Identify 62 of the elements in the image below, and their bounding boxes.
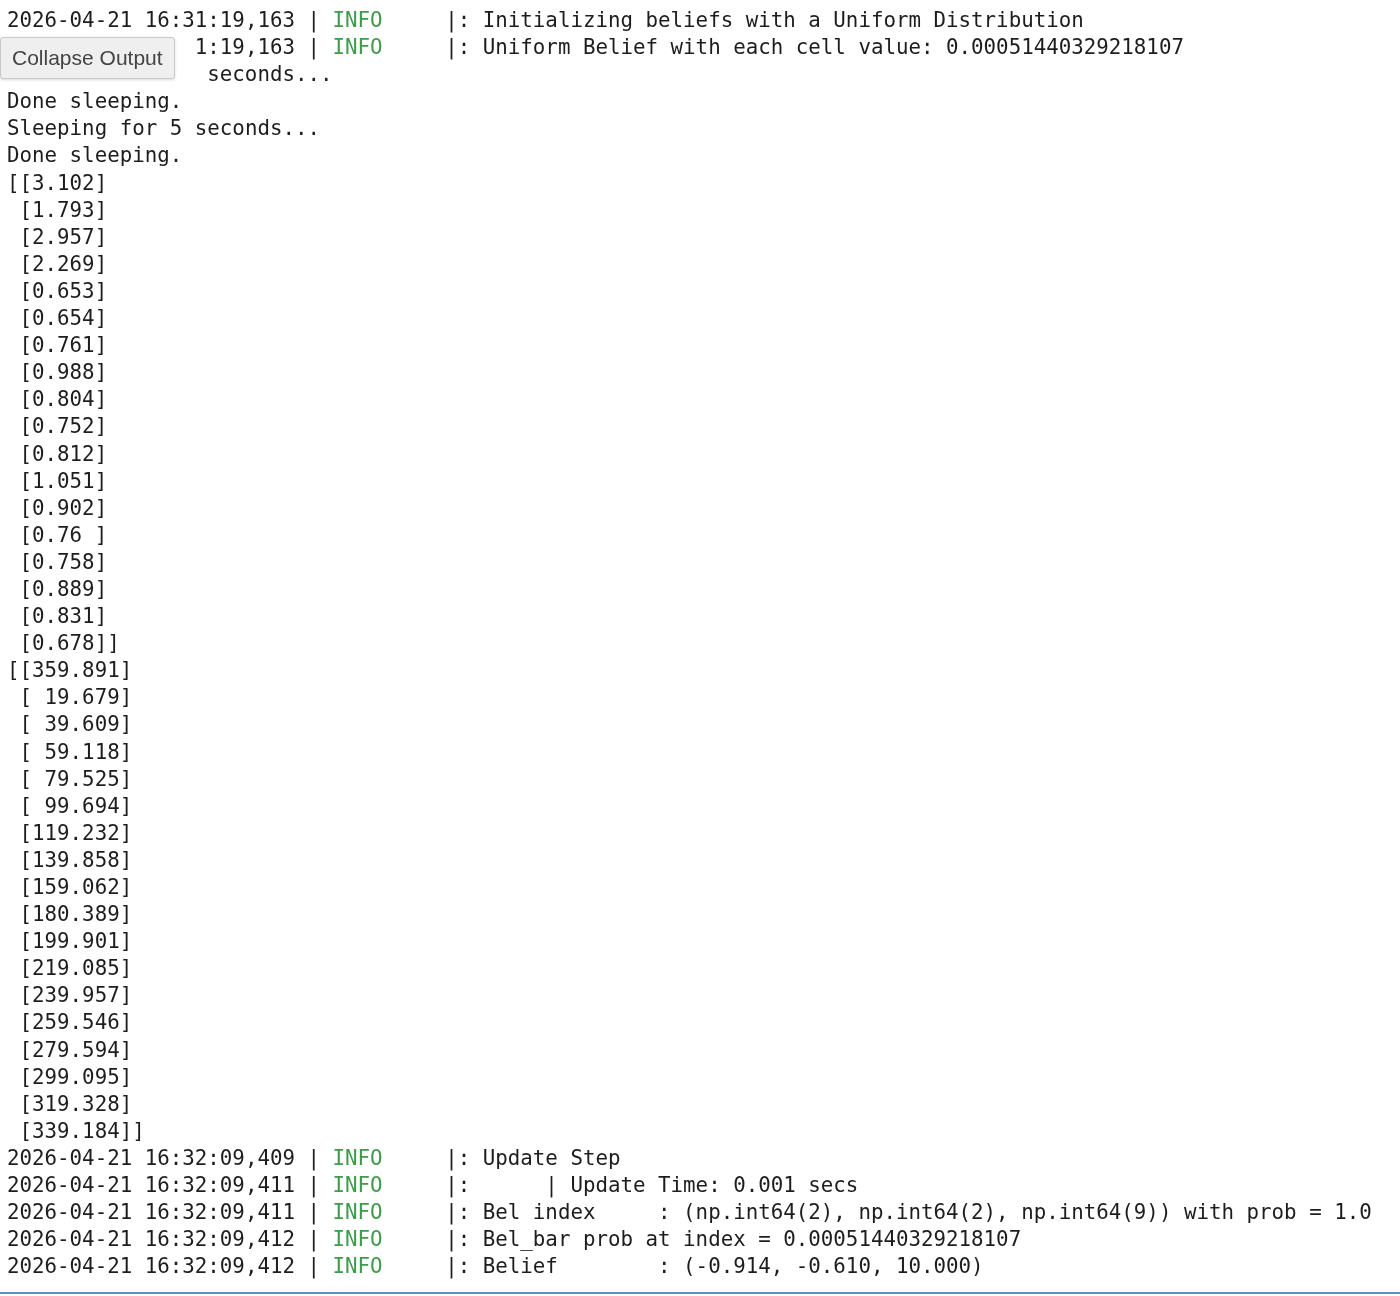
log-level: INFO xyxy=(332,1172,384,1200)
output-line: [ 79.525] xyxy=(18,765,133,793)
output-line: [239.957] xyxy=(18,982,133,1010)
log-message: |: Belief : (-0.914, -0.610, 10.000) xyxy=(445,1253,984,1281)
output-line: [0.752] xyxy=(18,413,108,441)
output-line: [ 59.118] xyxy=(18,738,133,766)
output-line: [0.804] xyxy=(18,386,108,414)
output-line: [1.051] xyxy=(18,467,108,495)
output-line: [0.653] xyxy=(18,277,108,305)
output-line: [319.328] xyxy=(18,1090,133,1118)
output-line: [199.901] xyxy=(18,928,133,956)
log-timestamp: 2026-04-21 16:31:19,163 | xyxy=(7,8,321,32)
log-message: |: Uniform Belief with each cell value: 0.00051440329218107 xyxy=(445,34,1184,62)
log-message: |: | Update Time: 0.001 secs xyxy=(445,1172,859,1200)
output-line: [279.594] xyxy=(18,1036,133,1064)
output-line: [0.889] xyxy=(18,575,108,603)
output-line: [0.758] xyxy=(18,548,108,576)
log-message: |: Bel_bar prob at index = 0.00051440329218107 xyxy=(445,1226,1022,1254)
output-line: [ 19.679] xyxy=(18,684,133,712)
output-line: [ 39.609] xyxy=(18,711,133,739)
output-line: [219.085] xyxy=(18,955,133,983)
output-line: [ 99.694] xyxy=(18,792,133,820)
output-line: [259.546] xyxy=(18,1009,133,1037)
log-level: INFO xyxy=(332,1144,384,1172)
log-timestamp: 2026-04-21 16:32:09,409 | xyxy=(7,1145,321,1170)
log-level: INFO xyxy=(332,34,384,62)
output-line: [2.269] xyxy=(18,250,108,278)
output-line: [0.654] xyxy=(18,305,108,333)
log-level: INFO xyxy=(332,1199,384,1227)
log-level: INFO xyxy=(332,7,384,34)
log-level: INFO xyxy=(332,1253,384,1281)
output-line: [[3.102] xyxy=(7,169,108,197)
log-timestamp: 1:19,163 | xyxy=(194,35,320,60)
log-message: |: Initializing beliefs with a Uniform Distribution xyxy=(445,7,1084,35)
output-line: [119.232] xyxy=(18,819,133,847)
log-level: INFO xyxy=(332,1226,384,1254)
output-line: [299.095] xyxy=(18,1063,133,1091)
output-line: [0.902] xyxy=(18,494,108,522)
log-timestamp: 2026-04-21 16:32:09,412 | xyxy=(7,1227,321,1252)
output-line: [339.184]] xyxy=(18,1117,145,1145)
output-line: [139.858] xyxy=(18,846,133,874)
output-line: seconds... xyxy=(207,62,333,87)
output-line: [0.831] xyxy=(18,603,108,631)
log-message: |: Bel index : (np.int64(2), np.int64(2), np.int64(9)) with prob = 1.0 xyxy=(445,1199,1372,1227)
output-line: Done sleeping. xyxy=(7,142,183,170)
tooltip: Collapse Output xyxy=(0,37,175,79)
output-line: [0.988] xyxy=(18,359,108,387)
output-line: [0.76 ] xyxy=(18,521,108,549)
output-line: Done sleeping. xyxy=(7,88,183,116)
output-line: Sleeping for 5 seconds... xyxy=(7,115,321,143)
output-line: [0.812] xyxy=(18,440,108,468)
log-message: |: Update Step xyxy=(445,1144,621,1173)
output-line: [2.957] xyxy=(18,223,108,251)
log-timestamp: 2026-04-21 16:32:09,412 | xyxy=(7,1254,321,1279)
output-line: [0.761] xyxy=(18,332,108,360)
output-line: [1.793] xyxy=(18,196,108,224)
log-timestamp: 2026-04-21 16:32:09,411 | xyxy=(7,1173,321,1198)
output-line: [[359.891] xyxy=(7,657,133,685)
output-line: [180.389] xyxy=(18,901,133,929)
log-timestamp: 2026-04-21 16:32:09,411 | xyxy=(7,1200,321,1225)
output-line: [159.062] xyxy=(18,874,133,901)
output-line: [0.678]] xyxy=(18,630,120,658)
